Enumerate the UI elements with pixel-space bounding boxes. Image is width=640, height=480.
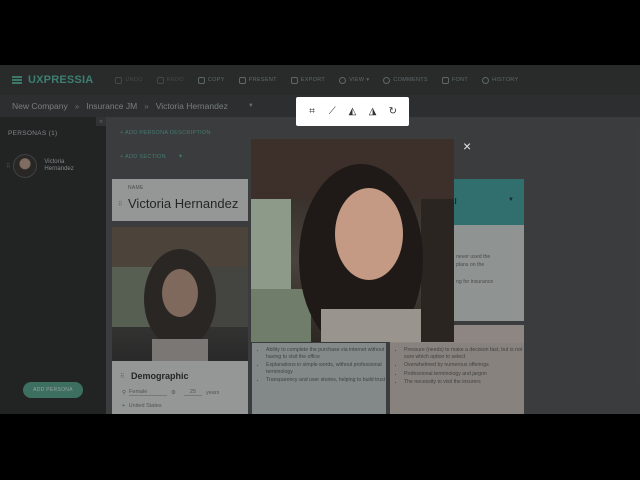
- flip-horizontal-icon[interactable]: ◭: [346, 106, 358, 118]
- image-tools-bar: ⌗ ⟋ ◭ ◮ ↻: [296, 97, 409, 126]
- enlarged-photo-image: [251, 139, 454, 342]
- rotate-icon[interactable]: ↻: [387, 106, 399, 118]
- app-window: UXPRESSIA UNDO REDO COPY PRESENT EXPORT …: [0, 65, 640, 414]
- video-letterbox-top: [0, 0, 640, 65]
- image-editor-overlay[interactable]: ⌗ ⟋ ◭ ◮ ↻ ×: [0, 65, 640, 414]
- straighten-icon[interactable]: ⟋: [326, 106, 338, 118]
- crop-icon[interactable]: ⌗: [306, 106, 318, 118]
- close-icon[interactable]: ×: [463, 139, 471, 153]
- enlarged-persona-photo[interactable]: [251, 139, 454, 342]
- flip-vertical-icon[interactable]: ◮: [367, 106, 379, 118]
- video-letterbox-bottom: [0, 414, 640, 480]
